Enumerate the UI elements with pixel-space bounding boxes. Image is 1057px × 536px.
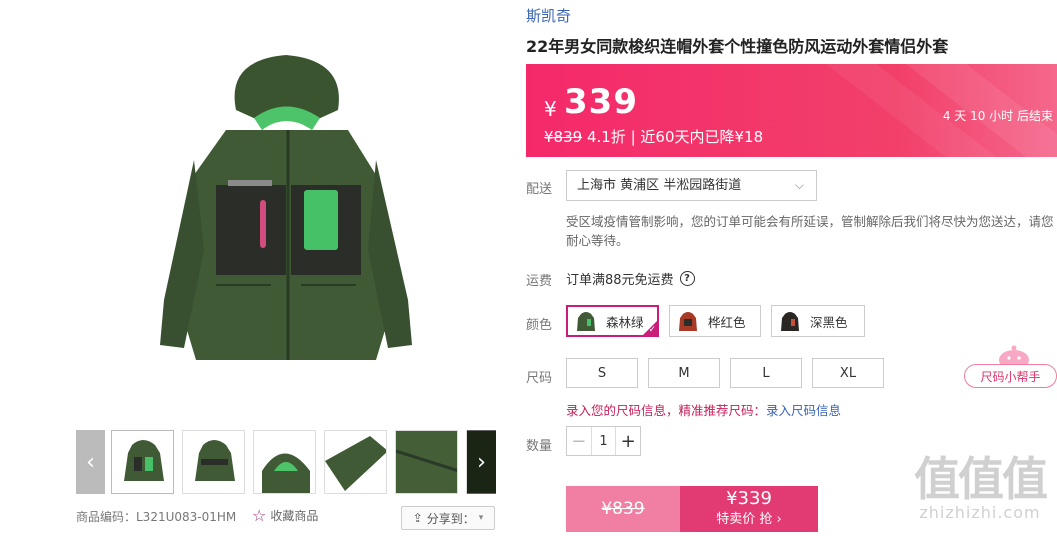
quantity-label: 数量	[526, 439, 553, 454]
shipping-text: 订单满88元免运费	[566, 273, 674, 288]
original-price-line: ¥839 4.1折 | 近60天内已降¥18	[544, 126, 763, 147]
buy-sale-price: ¥339	[726, 488, 772, 509]
product-code: 商品编码：L321U083-01HM	[76, 510, 237, 524]
buy-sale-block[interactable]: ¥339 特卖价 抢 ›	[680, 486, 818, 532]
buy-original-value: ¥839	[601, 499, 645, 519]
swatch-deep-black	[781, 312, 799, 331]
site-watermark: 值值值 zhizhizhi.com	[903, 455, 1057, 536]
size-recommend-text: 录入您的尺码信息，精准推荐尺码：	[566, 403, 767, 418]
watermark-site: zhizhizhi.com	[919, 503, 1041, 522]
thumbnail-strip: ‹ ›	[76, 430, 496, 494]
color-name: 深黑色	[810, 314, 848, 330]
thumb-next-button[interactable]: ›	[467, 430, 496, 494]
jacket-illustration	[160, 55, 412, 360]
price-banner: ¥ 339 ¥839 4.1折 | 近60天内已降¥18 4 天 10 小时 后…	[526, 64, 1057, 157]
address-select[interactable]: 上海市 黄浦区 半淞园路街道 ⌵	[566, 170, 817, 201]
favorite-button[interactable]: ☆ 收藏商品	[252, 505, 318, 527]
chevron-left-icon: ‹	[86, 449, 95, 475]
brand-link[interactable]: 斯凯奇	[526, 5, 571, 26]
quantity-stepper: − 1 +	[566, 426, 641, 456]
size-option-s[interactable]: S	[566, 358, 638, 388]
shipping-label: 运费	[526, 274, 553, 289]
size-recommend: 录入您的尺码信息，精准推荐尺码：录入尺码信息	[566, 400, 841, 419]
chevron-right-icon: ›	[477, 449, 486, 475]
size-label: 尺码	[526, 371, 553, 386]
swatch-birch-red	[679, 312, 697, 331]
color-option-deep-black[interactable]: 深黑色	[771, 305, 865, 337]
main-product-image[interactable]	[76, 0, 496, 426]
thumbnail-5[interactable]	[395, 430, 458, 494]
countdown-timer: 4 天 10 小时 后结束	[942, 109, 1053, 123]
product-title: 22年男女同款梭织连帽外套个性撞色防风运动外套情侣外套	[526, 37, 949, 56]
size-recommend-link[interactable]: 录入尺码信息	[766, 403, 841, 418]
decrease-button[interactable]: −	[567, 427, 592, 455]
star-icon: ☆	[252, 506, 267, 525]
size-option-m[interactable]: M	[648, 358, 720, 388]
delivery-notice: 受区域疫情管制影响，您的订单可能会有所延误，管制解除后我们将尽快为您送达，请您耐…	[566, 214, 1054, 248]
thumbnail-1[interactable]	[111, 430, 174, 494]
original-price: ¥839	[544, 128, 583, 146]
watermark-logo: 值值值	[914, 452, 1048, 506]
size-helper-label: 尺码小帮手	[964, 364, 1057, 388]
favorite-label: 收藏商品	[270, 509, 319, 523]
shipping-info: 订单满88元免运费 ?	[566, 269, 695, 288]
caret-down-icon: ▾	[478, 513, 484, 523]
thumbnail-4[interactable]	[324, 430, 387, 494]
color-name: 桦红色	[708, 314, 746, 330]
help-icon[interactable]: ?	[679, 271, 695, 286]
delivery-label: 配送	[526, 182, 553, 197]
thumb-prev-button[interactable]: ‹	[76, 430, 105, 494]
share-button[interactable]: ⇪ 分享到： ▾	[401, 506, 495, 530]
chevron-down-icon: ⌵	[794, 178, 804, 192]
product-page: ‹ › 商品编码：L321U083-01HM ☆ 收藏商品 ⇪ 分享到： ▾ 斯…	[0, 0, 1057, 536]
share-label: 分享到：	[426, 511, 475, 526]
share-icon: ⇪	[412, 511, 423, 525]
current-price: 339	[564, 82, 638, 122]
buy-original-price: ¥839	[566, 486, 680, 532]
price-currency: ¥	[544, 97, 557, 121]
buy-action-label: 特卖价 抢 ›	[716, 512, 782, 527]
color-name: 森林绿	[606, 314, 644, 330]
thumbnail-3[interactable]	[253, 430, 316, 494]
buy-button[interactable]: ¥839 ¥339 特卖价 抢 ›	[566, 486, 818, 532]
thumbnail-2[interactable]	[182, 430, 245, 494]
quantity-value[interactable]: 1	[592, 427, 616, 455]
discount-info: 4.1折 | 近60天内已降¥18	[582, 128, 764, 146]
increase-button[interactable]: +	[615, 427, 640, 455]
size-option-xl[interactable]: XL	[812, 358, 884, 388]
check-icon: ✓	[648, 325, 656, 335]
color-option-birch-red[interactable]: 桦红色	[669, 305, 761, 337]
color-option-forest-green[interactable]: 森林绿 ✓	[566, 305, 659, 337]
swatch-forest-green	[577, 312, 595, 331]
size-helper[interactable]: 尺码小帮手	[964, 344, 1057, 388]
address-value: 上海市 黄浦区 半淞园路街道	[577, 178, 742, 193]
color-label: 颜色	[526, 318, 553, 333]
size-option-l[interactable]: L	[730, 358, 802, 388]
